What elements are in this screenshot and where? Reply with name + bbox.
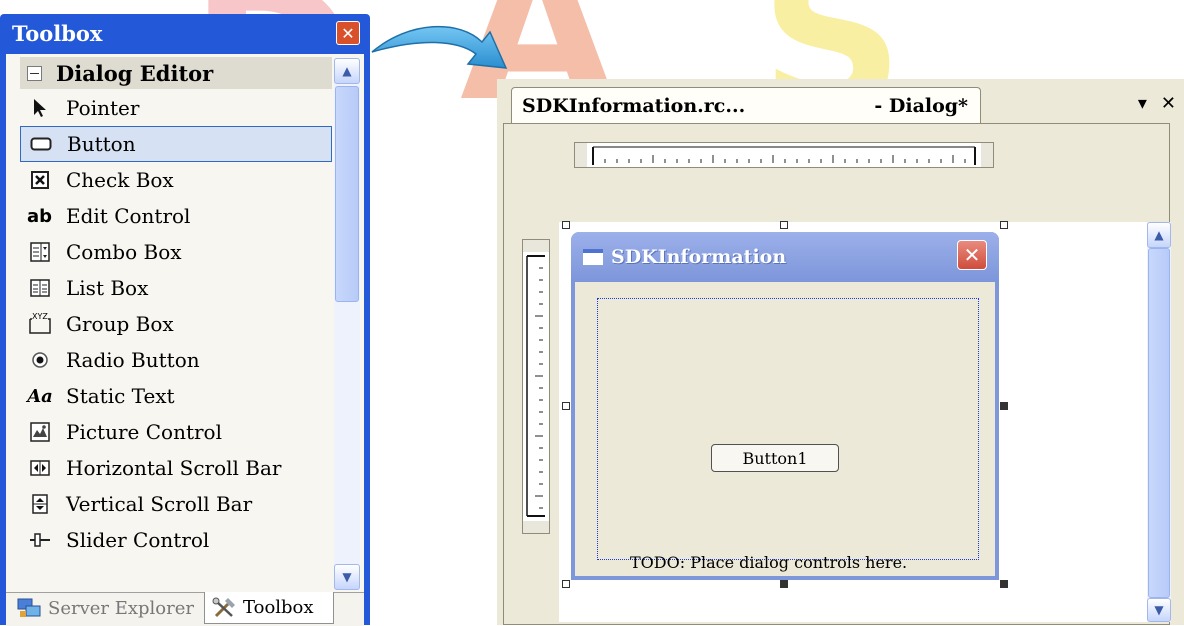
toolbox-item-list: Dialog Editor Pointer Button Check Box a… <box>20 54 332 592</box>
static-text-icon: Aa <box>27 385 53 407</box>
list-box-icon <box>28 277 52 299</box>
tool-item-label: Pointer <box>66 96 140 120</box>
hscroll-icon <box>28 457 52 479</box>
tool-item-radio-button[interactable]: Radio Button <box>20 342 332 378</box>
resize-handle-bottom-left[interactable] <box>562 580 570 588</box>
tab-label: Toolbox <box>243 597 314 618</box>
resize-handle-top[interactable] <box>780 221 788 229</box>
collapse-icon[interactable] <box>27 65 42 81</box>
tool-item-label: List Box <box>66 276 149 300</box>
tool-item-vertical-scroll-bar[interactable]: Vertical Scroll Bar <box>20 486 332 522</box>
checkbox-icon <box>28 169 52 191</box>
tool-item-label: Group Box <box>66 312 174 336</box>
toolbox-body: Dialog Editor Pointer Button Check Box a… <box>6 54 364 626</box>
tool-item-button[interactable]: Button <box>20 126 332 162</box>
vertical-ruler[interactable] <box>522 239 550 534</box>
scroll-up-button[interactable]: ▲ <box>1147 222 1171 248</box>
dialog-close-button[interactable]: ✕ <box>957 240 987 270</box>
window-position-icon[interactable]: ▾ <box>1138 93 1147 114</box>
dialog-preview[interactable]: SDKInformation ✕ Button1 TODO: Place dia… <box>571 232 999 580</box>
dialog-body: Button1 TODO: Place dialog controls here… <box>575 282 995 576</box>
toolbox-titlebar[interactable]: Toolbox ✕ <box>0 14 370 52</box>
resize-handle-bottom[interactable] <box>780 580 788 588</box>
tool-item-slider-control[interactable]: Slider Control <box>20 522 332 558</box>
group-box-icon-text: XYZ <box>32 312 48 321</box>
edit-control-icon: ab <box>26 205 53 227</box>
tool-item-label: Combo Box <box>66 240 182 264</box>
static-text-icon-text: Aa <box>27 385 53 407</box>
tool-item-label: Slider Control <box>66 528 210 552</box>
vscroll-icon <box>28 493 52 515</box>
tab-label: Server Explorer <box>48 597 195 619</box>
tool-item-label: Static Text <box>66 384 175 408</box>
tool-item-list-box[interactable]: List Box <box>20 270 332 306</box>
slider-icon <box>28 529 52 551</box>
dialog-button1[interactable]: Button1 <box>711 444 839 472</box>
document-tab-kind: - Dialog* <box>874 94 968 117</box>
document-tab[interactable]: SDKInformation.rc... - Dialog* <box>511 87 981 123</box>
tool-item-horizontal-scroll-bar[interactable]: Horizontal Scroll Bar <box>20 450 332 486</box>
toolbox-close-button[interactable]: ✕ <box>336 21 360 45</box>
tool-item-label: Picture Control <box>66 420 222 444</box>
window-icon <box>583 249 603 265</box>
tool-item-group-box[interactable]: XYZ Group Box <box>20 306 332 342</box>
dialog-layout-guide <box>597 298 979 560</box>
tool-item-label: Vertical Scroll Bar <box>66 492 253 516</box>
tool-item-combo-box[interactable]: Combo Box <box>20 234 332 270</box>
scroll-thumb[interactable] <box>1148 248 1170 598</box>
group-header-dialog-editor[interactable]: Dialog Editor <box>20 57 332 89</box>
toolbox-window: Toolbox ✕ Dialog Editor Pointer Button C… <box>0 14 370 626</box>
group-box-icon: XYZ <box>28 312 52 335</box>
tool-item-pointer[interactable]: Pointer <box>20 90 332 126</box>
tool-item-label: Button <box>67 132 136 156</box>
scroll-down-button[interactable]: ▼ <box>334 564 360 590</box>
toolbox-tab-strip: Server Explorer Toolbox <box>6 592 364 626</box>
pointer-icon <box>28 97 52 119</box>
editor-scrollbar[interactable]: ▲ ▼ <box>1147 222 1171 622</box>
dialog-editor-document: SDKInformation.rc... - Dialog* ▾ ✕ SDKIn… <box>497 79 1184 625</box>
tool-item-static-text[interactable]: Aa Static Text <box>20 378 332 414</box>
tool-item-edit-control[interactable]: ab Edit Control <box>20 198 332 234</box>
edit-control-icon-text: ab <box>26 205 53 227</box>
dialog-titlebar[interactable]: SDKInformation ✕ <box>571 232 999 282</box>
combo-box-icon <box>28 241 52 263</box>
arrow-icon <box>371 25 508 69</box>
editor-canvas: SDKInformation ✕ Button1 TODO: Place dia… <box>503 123 1171 625</box>
tool-item-label: Radio Button <box>66 348 200 372</box>
resize-handle-right[interactable] <box>1000 402 1008 410</box>
horizontal-ruler[interactable] <box>574 142 994 168</box>
group-header-label: Dialog Editor <box>56 60 214 86</box>
tool-item-label: Horizontal Scroll Bar <box>66 456 282 480</box>
toolbox-scrollbar[interactable]: ▲ ▼ <box>334 58 360 590</box>
radio-button-icon <box>28 349 52 371</box>
tab-toolbox[interactable]: Toolbox <box>204 592 334 624</box>
document-tab-file: SDKInformation.rc... <box>522 94 746 117</box>
server-explorer-icon <box>16 597 44 619</box>
resize-handle-left[interactable] <box>562 402 570 410</box>
close-icon[interactable]: ✕ <box>1161 93 1176 114</box>
dialog-title: SDKInformation <box>611 246 787 268</box>
tab-server-explorer[interactable]: Server Explorer <box>10 593 206 623</box>
tools-icon <box>211 597 239 619</box>
scroll-thumb[interactable] <box>335 86 359 302</box>
picture-control-icon <box>28 421 52 443</box>
scroll-down-button[interactable]: ▼ <box>1147 598 1171 622</box>
tool-item-label: Check Box <box>66 168 174 192</box>
document-controls: ▾ ✕ <box>1138 93 1176 114</box>
toolbox-title: Toolbox <box>12 20 103 46</box>
resize-handle-bottom-right[interactable] <box>1000 580 1008 588</box>
button-icon <box>29 133 53 155</box>
tool-item-check-box[interactable]: Check Box <box>20 162 332 198</box>
resize-handle-top-left[interactable] <box>562 221 570 229</box>
resize-handle-top-right[interactable] <box>1000 221 1008 229</box>
scroll-up-button[interactable]: ▲ <box>334 58 360 84</box>
tool-item-picture-control[interactable]: Picture Control <box>20 414 332 450</box>
tool-item-label: Edit Control <box>66 204 191 228</box>
dialog-todo-text[interactable]: TODO: Place dialog controls here. <box>630 553 907 572</box>
